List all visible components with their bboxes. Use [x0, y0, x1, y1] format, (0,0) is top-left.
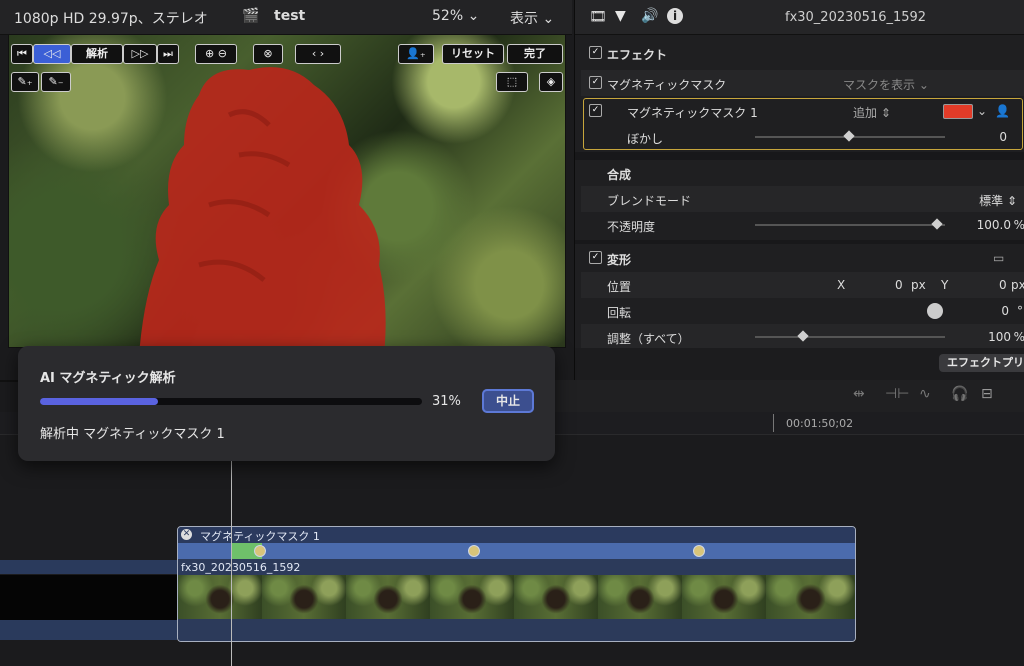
feather-slider[interactable]	[755, 130, 945, 142]
mask1-row: ✓ マグネティックマスク 1 追加 ⇕ ⌄ 👤	[581, 98, 1024, 124]
timeline-toolbar: ⇹ ⊣⊢ ∿ 🎧 ⊟	[555, 380, 1024, 412]
keyframe-lane[interactable]	[178, 543, 855, 559]
transform-checkbox[interactable]: ✓	[589, 251, 602, 264]
magnetic-mask-row: ✓ マグネティックマスク マスクを表示 ⌄	[581, 70, 1024, 96]
overlay-toggle-icon[interactable]: ⬚	[496, 72, 528, 92]
brush-add-icon[interactable]: ✎₊	[11, 72, 39, 92]
waveform-icon[interactable]: ∿	[919, 386, 931, 402]
effect-bar[interactable]: ✕ マグネティックマスク 1	[178, 527, 855, 543]
layers-icon[interactable]: ◈	[539, 72, 563, 92]
transform-onscreen-icon[interactable]: ▭	[993, 251, 1004, 265]
inspector-clip-name: fx30_20230516_1592	[785, 10, 927, 25]
audio-icon[interactable]: 🔊	[641, 8, 658, 24]
add-mode-menu[interactable]: 追加 ⇕	[853, 104, 891, 121]
viewer-header: 1080p HD 29.97p、ステレオ 🎬 test 52% ⌄ 表示 ⌄	[0, 0, 572, 35]
rotation-dial[interactable]	[927, 303, 943, 319]
keyframe-marker[interactable]	[468, 545, 480, 557]
headphones-icon[interactable]: 🎧	[951, 386, 968, 402]
rotation-row: 回転 0 °	[607, 303, 1023, 320]
scale-row: 調整（すべて） 100 %	[581, 324, 1024, 350]
effects-checkbox[interactable]: ✓	[589, 46, 602, 59]
clip-label: fx30_20230516_1592	[181, 561, 301, 574]
audio-strip[interactable]	[178, 619, 855, 641]
done-button[interactable]: 完了	[507, 44, 563, 64]
analyze-button[interactable]: 解析	[71, 44, 123, 64]
magnetic-mask-overlay	[139, 67, 386, 347]
cancel-button[interactable]: 中止	[482, 389, 534, 413]
position-x-value[interactable]: 0	[895, 278, 903, 292]
show-mask-menu[interactable]: マスクを表示 ⌄	[843, 76, 929, 93]
zoom-menu[interactable]: 52% ⌄	[432, 8, 479, 24]
previous-clip[interactable]	[0, 575, 177, 620]
blend-mode-menu[interactable]: 標準 ⇕	[979, 192, 1017, 209]
effects-preset-button[interactable]: エフェクトプリ	[939, 354, 1024, 372]
opacity-row: 不透明度 100.0 %	[607, 218, 1024, 234]
blend-mode-row: ブレンドモード 標準 ⇕	[581, 186, 1024, 212]
add-remove-buttons[interactable]: ⊕ ⊖	[195, 44, 237, 64]
progress-bar	[40, 398, 422, 405]
clip-thumbnail	[514, 575, 598, 619]
snapping-icon[interactable]: ⊟	[981, 386, 993, 402]
clip-thumbnail	[682, 575, 766, 619]
opacity-slider[interactable]	[755, 218, 945, 230]
clip-thumbnail	[598, 575, 682, 619]
ruler-timecode: 00:01:50;02	[786, 417, 854, 430]
track-backward-button[interactable]: ◁◁	[33, 44, 71, 64]
composite-section: 合成	[607, 168, 632, 182]
effects-section: ✓ エフェクト	[581, 40, 1024, 66]
keyframe-marker[interactable]	[693, 545, 705, 557]
reset-button[interactable]: リセット	[442, 44, 504, 64]
analysis-progress-dialog: AI マグネティック解析 31% 中止 解析中 マグネティックマスク 1	[18, 346, 555, 461]
project-name: test	[274, 8, 306, 24]
inspector-panel: 🎞 ▼ 🔊 i fx30_20230516_1592 ✓ エフェクト ✓ マグネ…	[574, 0, 1024, 380]
mask-color-swatch[interactable]	[943, 104, 973, 119]
feather-value[interactable]: 0	[999, 130, 1007, 144]
clapper-icon: 🎬	[242, 8, 260, 24]
clip-thumbnail	[178, 575, 262, 619]
go-to-start-button[interactable]: ⏮	[11, 44, 33, 64]
view-menu[interactable]: 表示 ⌄	[510, 8, 554, 28]
inspector-header: 🎞 ▼ 🔊 i fx30_20230516_1592	[575, 0, 1024, 35]
clear-button[interactable]: ⊗	[253, 44, 283, 64]
opacity-value[interactable]: 100.0	[977, 218, 1011, 232]
color-dropdown-icon[interactable]: ⌄	[977, 104, 987, 118]
magnetic-mask-checkbox[interactable]: ✓	[589, 76, 602, 89]
transform-section: ✓ 変形 ▭	[581, 245, 1024, 271]
person-icon[interactable]: 👤	[995, 104, 1010, 118]
close-icon[interactable]: ✕	[181, 529, 192, 540]
audio-lanes-icon[interactable]: ⇹	[853, 386, 865, 402]
position-row: 位置 X 0 px Y 0 px	[581, 272, 1024, 298]
keyframe-marker[interactable]	[254, 545, 266, 557]
filter-icon[interactable]: ▼	[615, 8, 626, 24]
blade-icon[interactable]: ⊣⊢	[885, 386, 909, 402]
scale-slider[interactable]	[755, 330, 945, 342]
feather-row: ぼかし 0	[627, 130, 1007, 146]
scale-value[interactable]: 100	[988, 330, 1011, 344]
prev-next-buttons[interactable]: ‹ ›	[295, 44, 341, 64]
track-forward-button[interactable]: ▷▷	[123, 44, 157, 64]
clip-thumbnail	[430, 575, 514, 619]
info-icon[interactable]: i	[667, 8, 683, 24]
film-icon[interactable]: 🎞	[589, 9, 607, 25]
mask1-checkbox[interactable]: ✓	[589, 104, 602, 117]
clip-thumbnail	[766, 575, 855, 619]
progress-percent: 31%	[432, 394, 461, 409]
dialog-status: 解析中 マグネティックマスク 1	[40, 427, 225, 442]
brush-erase-icon[interactable]: ✎₋	[41, 72, 71, 92]
format-label: 1080p HD 29.97p、ステレオ	[14, 11, 208, 27]
timeline-clip[interactable]: ✕ マグネティックマスク 1 fx30_20230516_1592	[177, 526, 856, 642]
dialog-title: AI マグネティック解析	[40, 371, 176, 386]
progress-fill	[40, 398, 159, 405]
clip-thumbnail	[262, 575, 346, 619]
position-y-value[interactable]: 0	[999, 278, 1007, 292]
clip-thumbnail	[346, 575, 430, 619]
rotation-value[interactable]: 0	[1001, 304, 1009, 318]
viewer-canvas[interactable]: ⏮ ◁◁ 解析 ▷▷ ⏭ ⊕ ⊖ ⊗ ‹ › 👤₊ リセット 完了 ✎₊ ✎₋ …	[8, 34, 566, 348]
add-person-icon[interactable]: 👤₊	[398, 44, 434, 64]
go-to-end-button[interactable]: ⏭	[157, 44, 179, 64]
